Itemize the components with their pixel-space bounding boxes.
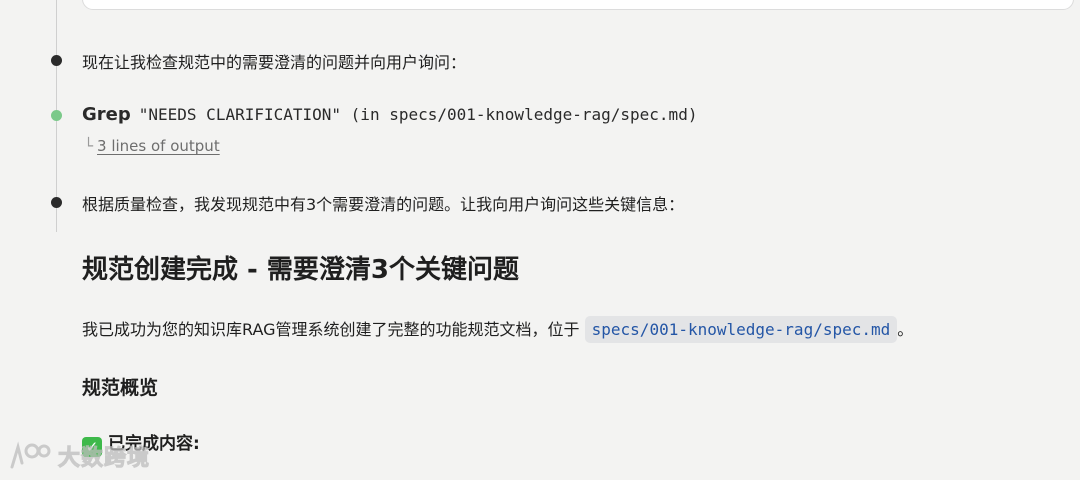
watermark: 大数跨境 xyxy=(8,440,150,472)
bullet-dot xyxy=(51,55,62,66)
assistant-message: 根据质量检查，我发现规范中有3个需要澄清的问题。让我向用户询问这些关键信息： xyxy=(82,195,685,214)
tool-name: Grep xyxy=(82,104,131,125)
assistant-message: 现在让我检查规范中的需要澄清的问题并向用户询问： xyxy=(82,53,467,72)
bullet-dot xyxy=(51,197,62,208)
inline-code-path: specs/001-knowledge-rag/spec.md xyxy=(584,316,898,343)
tool-call-row[interactable]: Grep "NEEDS CLARIFICATION" (in specs/001-… xyxy=(82,104,697,125)
tool-output-row: └ 3 lines of output xyxy=(84,137,220,155)
output-toggle-link[interactable]: 3 lines of output xyxy=(97,137,220,155)
section-heading: 规范创建完成 - 需要澄清3个关键问题 xyxy=(82,255,519,285)
tool-args: "NEEDS CLARIFICATION" (in specs/001-know… xyxy=(138,105,698,124)
paragraph: 我已成功为您的知识库RAG管理系统创建了完整的功能规范文档，位于 specs/0… xyxy=(82,316,913,344)
watermark-text: 大数跨境 xyxy=(57,446,151,472)
watermark-logo-icon xyxy=(10,441,51,469)
paragraph-end: 。 xyxy=(897,320,914,339)
tree-corner-icon: └ xyxy=(84,137,94,155)
chat-transcript: 现在让我检查规范中的需要澄清的问题并向用户询问： Grep "NEEDS CLAR… xyxy=(0,0,1080,480)
previous-card xyxy=(82,0,1074,10)
subsection-heading: 规范概览 xyxy=(82,377,159,399)
paragraph-text: 我已成功为您的知识库RAG管理系统创建了完整的功能规范文档，位于 xyxy=(82,320,580,339)
status-dot-green xyxy=(51,110,62,121)
